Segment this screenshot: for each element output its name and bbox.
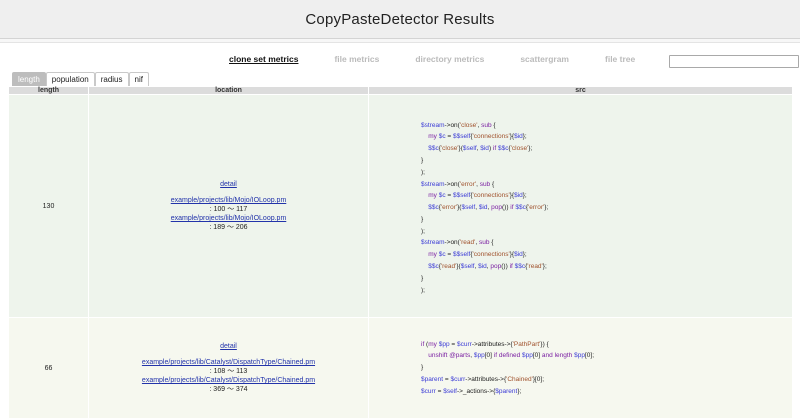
nav-scattergram[interactable]: scattergram (520, 54, 569, 64)
line-range: : 108 ～ 113 (209, 368, 248, 375)
table-row: 130 detail example/projects/lib/Mojo/IOL… (8, 94, 793, 318)
code-line: my $c = $$self{'connections'}{$id}; (428, 192, 527, 200)
code-line: ); (421, 227, 425, 235)
nav-directory-metrics[interactable]: directory metrics (415, 54, 484, 64)
code-line: $$c{'close'}($self, $id) if $$c{'close'}… (428, 145, 533, 153)
location-cell: detail example/projects/lib/Catalyst/Dis… (88, 317, 369, 419)
page-header: CopyPasteDetector Results (0, 0, 800, 39)
location-cell: detail example/projects/lib/Mojo/IOLoop.… (88, 94, 369, 318)
column-header-length[interactable]: length (8, 86, 89, 95)
code-line: my $c = $$self{'connections'}{$id}; (428, 251, 527, 259)
location-link[interactable]: example/projects/lib/Catalyst/DispatchTy… (142, 377, 315, 384)
tab-length[interactable]: length (12, 72, 46, 87)
column-header-src[interactable]: src (368, 86, 793, 95)
nav-bar: clone set metrics file metrics directory… (0, 50, 800, 74)
code-line: $curr = $self->_actions->{$parent}; (421, 387, 522, 395)
code-line: } (421, 156, 424, 164)
nav-links: clone set metrics file metrics directory… (229, 54, 635, 64)
column-header-location[interactable]: location (88, 86, 369, 95)
code-line: unshift @parts, $pp[0] if defined $pp[0]… (428, 352, 595, 360)
code-block: if (my $pp = $curr->attributes->{'PathPa… (369, 339, 792, 398)
code-line: $$c{'read'}($self, $id, pop()) if $$c{'r… (428, 263, 547, 271)
length-cell: 66 (8, 317, 89, 419)
tab-population[interactable]: population (45, 72, 95, 87)
length-cell: 130 (8, 94, 89, 318)
table-header-row: length location src (8, 86, 793, 95)
tab-radius[interactable]: radius (94, 72, 129, 87)
code-block: $stream->on('close', sub { my $c = $$sel… (369, 116, 792, 297)
nav-file-metrics[interactable]: file metrics (334, 54, 379, 64)
search-input[interactable] (669, 55, 799, 68)
code-line: $stream->on('error', sub { (421, 180, 495, 188)
line-range: : 369 ～ 374 (209, 386, 248, 393)
line-range: : 189 ～ 206 (209, 224, 248, 231)
page-title: CopyPasteDetector Results (305, 10, 495, 28)
detail-link[interactable]: detail (89, 342, 368, 351)
location-link[interactable]: example/projects/lib/Mojo/IOLoop.pm (171, 215, 287, 222)
location-link[interactable]: example/projects/lib/Catalyst/DispatchTy… (142, 359, 315, 366)
location-link[interactable]: example/projects/lib/Mojo/IOLoop.pm (171, 197, 287, 204)
detail-link[interactable]: detail (89, 180, 368, 189)
code-line: ); (421, 286, 425, 294)
table-row: 66 detail example/projects/lib/Catalyst/… (8, 317, 793, 419)
tab-nif[interactable]: nif (128, 72, 149, 87)
header-divider (0, 39, 800, 43)
code-line: $stream->on('close', sub { (421, 121, 496, 129)
nav-clone-set-metrics[interactable]: clone set metrics (229, 54, 298, 64)
code-line: $$c{'error'}($self, $id, pop()) if $$c{'… (428, 204, 549, 212)
code-line: } (421, 274, 424, 282)
code-line: } (421, 364, 424, 372)
src-cell: if (my $pp = $curr->attributes->{'PathPa… (368, 317, 793, 419)
src-cell: $stream->on('close', sub { my $c = $$sel… (368, 94, 793, 318)
code-line: $parent = $curr->attributes->{'Chained'}… (421, 375, 545, 383)
sort-tabs: length population radius nif (12, 72, 149, 87)
code-line: ); (421, 168, 425, 176)
nav-file-tree[interactable]: file tree (605, 54, 635, 64)
code-line: } (421, 215, 424, 223)
line-range: : 100 ～ 117 (209, 206, 248, 213)
clone-set-table: length location src 130 detail example/p… (8, 86, 793, 419)
code-line: if (my $pp = $curr->attributes->{'PathPa… (421, 340, 549, 348)
code-line: $stream->on('read', sub { (421, 239, 494, 247)
code-line: my $c = $$self{'connections'}{$id}; (428, 133, 527, 141)
